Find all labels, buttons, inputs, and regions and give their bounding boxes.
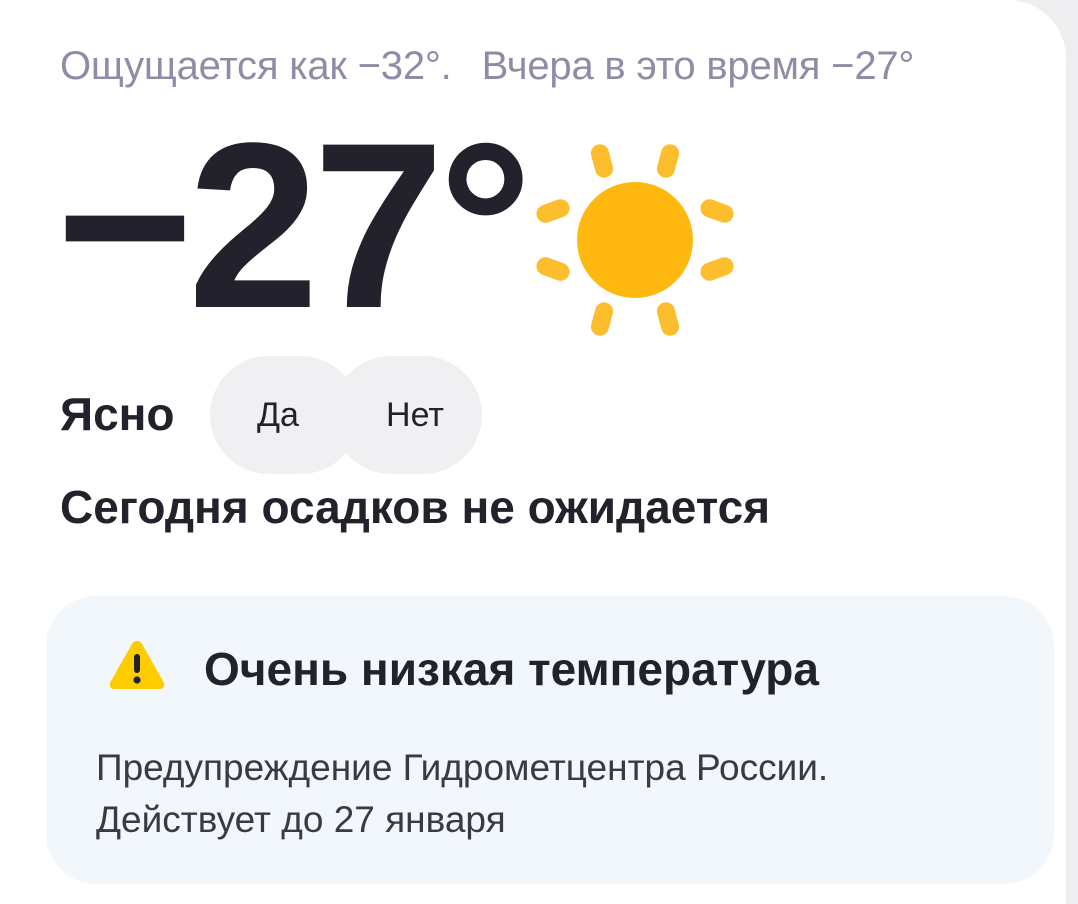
feels-like-text: Ощущается как −32°. (60, 44, 452, 88)
alert-description: Предупреждение Гидрометцентра России. Де… (96, 742, 828, 846)
sun-icon (536, 144, 734, 336)
condition-feedback: Да Нет (210, 356, 482, 474)
current-temperature: −27° (56, 94, 533, 358)
warning-icon (109, 641, 165, 689)
weather-alert-card[interactable]: Очень низкая температура Предупреждение … (46, 596, 1054, 884)
yesterday-text: Вчера в это время −27° (481, 44, 915, 88)
precipitation-summary: Сегодня осадков не ожидается (60, 481, 771, 533)
alert-title: Очень низкая температура (204, 643, 819, 695)
condition-label: Ясно (60, 388, 175, 440)
alert-source: Предупреждение Гидрометцентра России. (96, 747, 829, 788)
feedback-no-button[interactable]: Нет (360, 356, 470, 474)
alert-validity: Действует до 27 января (96, 799, 506, 840)
weather-card: Ощущается как −32°. Вчера в это время −27… (0, 0, 1066, 904)
feedback-yes-button[interactable]: Да (228, 356, 328, 474)
feels-like-line: Ощущается как −32°. Вчера в это время −27… (60, 44, 914, 89)
